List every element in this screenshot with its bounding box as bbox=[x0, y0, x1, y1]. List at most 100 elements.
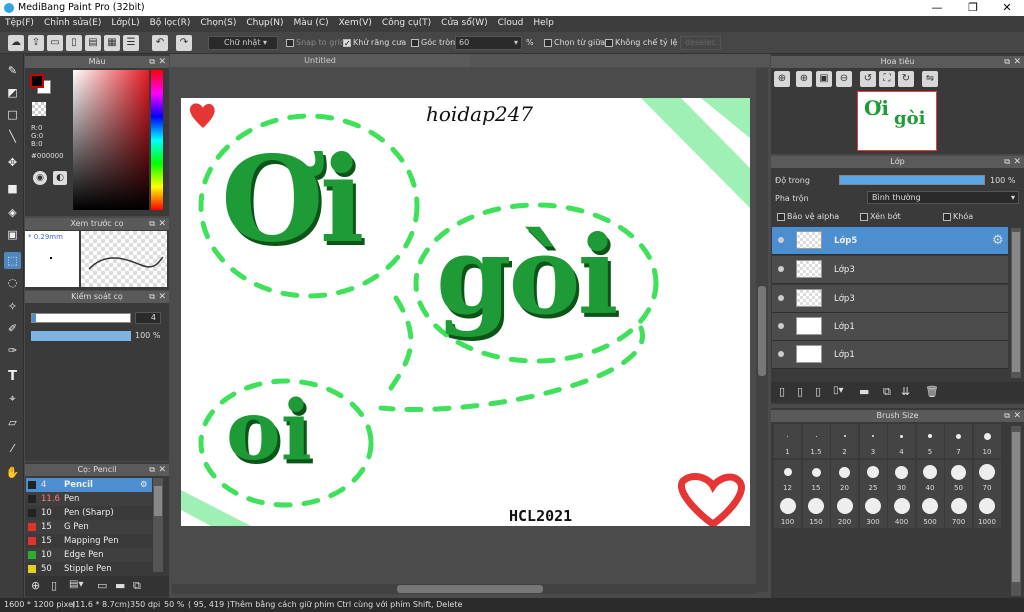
redo-icon[interactable]: ↷ bbox=[176, 35, 192, 51]
float-icon[interactable]: ⧉ bbox=[1004, 156, 1010, 168]
float-icon[interactable]: ⧉ bbox=[1004, 56, 1010, 68]
selection-mode-select[interactable]: Chữ nhật ▾ bbox=[208, 36, 278, 50]
horizontal-scrollbar[interactable] bbox=[172, 584, 756, 594]
foreground-color-swatch[interactable] bbox=[30, 74, 44, 88]
flip-icon[interactable]: ⇋ bbox=[922, 71, 938, 87]
brush-item-g-pen[interactable]: 15 G Pen bbox=[26, 520, 152, 534]
move-tool-icon[interactable]: ✥ bbox=[4, 154, 21, 171]
undo-icon[interactable]: ↶ bbox=[152, 35, 168, 51]
brush-size-button[interactable]: 3 bbox=[859, 424, 887, 458]
brush-size-button[interactable]: 20 bbox=[831, 460, 858, 494]
fit-icon[interactable]: ▣ bbox=[816, 71, 832, 87]
close-icon[interactable]: ✕ bbox=[1013, 410, 1021, 422]
menu-tools[interactable]: Công cụ(T) bbox=[377, 16, 436, 28]
menu-color[interactable]: Màu (C) bbox=[289, 16, 334, 28]
brush-size-button[interactable]: 40 bbox=[916, 460, 944, 494]
close-button[interactable]: ✕ bbox=[990, 0, 1024, 16]
brush-size-button[interactable]: 1.5 bbox=[802, 424, 830, 458]
antialias-checkbox[interactable]: ✓ Khử răng cưa bbox=[343, 38, 406, 47]
eye-icon[interactable] bbox=[778, 266, 784, 272]
zoom-in-icon[interactable]: ⊕ bbox=[774, 71, 790, 87]
eraser-tool-icon[interactable]: ◩ bbox=[4, 84, 21, 101]
rotate-left-icon[interactable]: ↺ bbox=[860, 71, 876, 87]
float-icon[interactable]: ⧉ bbox=[1004, 410, 1010, 422]
hue-slider[interactable] bbox=[151, 70, 163, 210]
brush-size-button[interactable]: 50 bbox=[945, 460, 972, 494]
menu-window[interactable]: Cửa sổ(W) bbox=[436, 16, 492, 28]
layer-row[interactable]: Lớp3 bbox=[772, 256, 1008, 284]
menu-file[interactable]: Tệp(F) bbox=[0, 16, 39, 28]
merge-layer-icon[interactable]: ⇊ bbox=[901, 385, 910, 398]
add-layer-menu-icon[interactable]: ▯▾ bbox=[833, 385, 844, 396]
brush-size-button[interactable]: 400 bbox=[888, 494, 915, 528]
upload-icon[interactable]: ⇪ bbox=[28, 35, 44, 51]
brush-size-button[interactable]: 1000 bbox=[973, 494, 1001, 528]
brush-size-value[interactable]: 4 bbox=[135, 312, 161, 324]
navigator-thumbnail[interactable]: Ơi gòi bbox=[857, 91, 937, 151]
gear-icon[interactable]: ⚙ bbox=[140, 478, 148, 492]
brush-size-button[interactable]: 300 bbox=[859, 494, 887, 528]
folder-icon[interactable]: ▬ bbox=[859, 385, 869, 398]
layer-row[interactable]: Lớp3 bbox=[772, 285, 1008, 313]
brush-size-button[interactable]: 10 bbox=[973, 424, 1001, 458]
eye-icon[interactable] bbox=[778, 295, 784, 301]
menu-edit[interactable]: Chỉnh sửa(E) bbox=[39, 16, 106, 28]
brush-size-scrollbar[interactable] bbox=[1011, 426, 1021, 596]
brush-size-button[interactable]: 200 bbox=[831, 494, 858, 528]
brush-size-button[interactable]: 12 bbox=[774, 460, 801, 494]
brush-opacity-slider[interactable] bbox=[31, 331, 131, 341]
fill-rect-tool-icon[interactable]: ■ bbox=[4, 180, 21, 197]
rotate-right-icon[interactable]: ↻ bbox=[898, 71, 914, 87]
brush-size-button[interactable]: 500 bbox=[916, 494, 944, 528]
new-halftone-layer-icon[interactable]: ▯ bbox=[797, 385, 803, 398]
eye-icon[interactable] bbox=[778, 237, 784, 243]
eye-icon[interactable] bbox=[778, 323, 784, 329]
lasso-tool-icon[interactable]: ◌ bbox=[4, 274, 21, 291]
zoom-out-icon[interactable]: ⊖ bbox=[836, 71, 852, 87]
float-icon[interactable]: ⧉ bbox=[149, 56, 155, 68]
divide-tool-icon[interactable]: ▱ bbox=[4, 414, 21, 431]
bucket-tool-icon[interactable]: ◈ bbox=[4, 204, 21, 221]
brush-tool-icon[interactable]: ✎ bbox=[4, 62, 21, 79]
brush-size-button[interactable]: 70 bbox=[973, 460, 1001, 494]
close-icon[interactable]: ✕ bbox=[1013, 56, 1021, 68]
copy-brush-icon[interactable]: ⧉ bbox=[133, 579, 141, 593]
round-corner-checkbox[interactable]: Góc tròn bbox=[411, 38, 455, 47]
line-tool-icon[interactable]: ╲ bbox=[4, 128, 21, 145]
menu-select[interactable]: Chọn(S) bbox=[195, 16, 241, 28]
brush-size-button[interactable]: 5 bbox=[916, 424, 944, 458]
eyedropper-tool-icon[interactable]: ⁄ bbox=[4, 440, 21, 457]
brush-size-button[interactable]: 25 bbox=[859, 460, 887, 494]
select-eraser-tool-icon[interactable]: ✑ bbox=[4, 342, 21, 359]
close-icon[interactable]: ✕ bbox=[1013, 156, 1021, 168]
brush-size-button[interactable]: 4 bbox=[888, 424, 915, 458]
delete-layer-icon[interactable]: 🗑 bbox=[925, 385, 939, 398]
layer-list-scrollbar[interactable] bbox=[1011, 228, 1021, 378]
brush-menu-icon[interactable]: ▤▾ bbox=[69, 579, 83, 590]
comment-icon[interactable]: ▭ bbox=[47, 35, 63, 51]
clip-checkbox[interactable]: Xén bớt bbox=[860, 212, 901, 221]
new-8bit-layer-icon[interactable]: ▯ bbox=[815, 385, 821, 398]
float-icon[interactable]: ⧉ bbox=[149, 291, 155, 303]
gradient-tool-icon[interactable]: ▣ bbox=[4, 226, 21, 243]
brush-size-button[interactable]: 30 bbox=[888, 460, 915, 494]
layer-row[interactable]: Lớp1 bbox=[772, 313, 1008, 341]
select-pen-tool-icon[interactable]: ✐ bbox=[4, 320, 21, 337]
brush-item-pen-sharp[interactable]: 10 Pen (Sharp) bbox=[26, 506, 152, 520]
close-icon[interactable]: ✕ bbox=[158, 56, 166, 68]
protect-alpha-checkbox[interactable]: Bảo vệ alpha bbox=[777, 212, 839, 221]
document-tab[interactable]: Untitled bbox=[170, 54, 470, 67]
drawing-canvas[interactable]: Ơi gòi oi hoidap247 HCL2021 bbox=[181, 98, 750, 526]
lock-checkbox[interactable]: Khóa bbox=[943, 212, 973, 221]
folder-icon[interactable]: ▬ bbox=[115, 579, 125, 592]
minimize-button[interactable]: — bbox=[920, 0, 954, 16]
color-swap-icon[interactable]: ◐ bbox=[53, 171, 67, 185]
menu-view[interactable]: Xem(V) bbox=[334, 16, 377, 28]
gear-icon[interactable]: ⚙ bbox=[992, 233, 1004, 248]
hand-tool-icon[interactable]: ✋ bbox=[4, 464, 21, 481]
brush-item-stipple-pen[interactable]: 50 Stipple Pen bbox=[26, 562, 152, 574]
brush-list-scrollbar[interactable] bbox=[153, 478, 163, 572]
brush-item-pencil[interactable]: 4 Pencil ⚙ bbox=[26, 478, 152, 492]
menu-filter[interactable]: Bộ lọc(R) bbox=[145, 16, 196, 28]
round-value-select[interactable]: 60 ▾ bbox=[455, 36, 522, 50]
